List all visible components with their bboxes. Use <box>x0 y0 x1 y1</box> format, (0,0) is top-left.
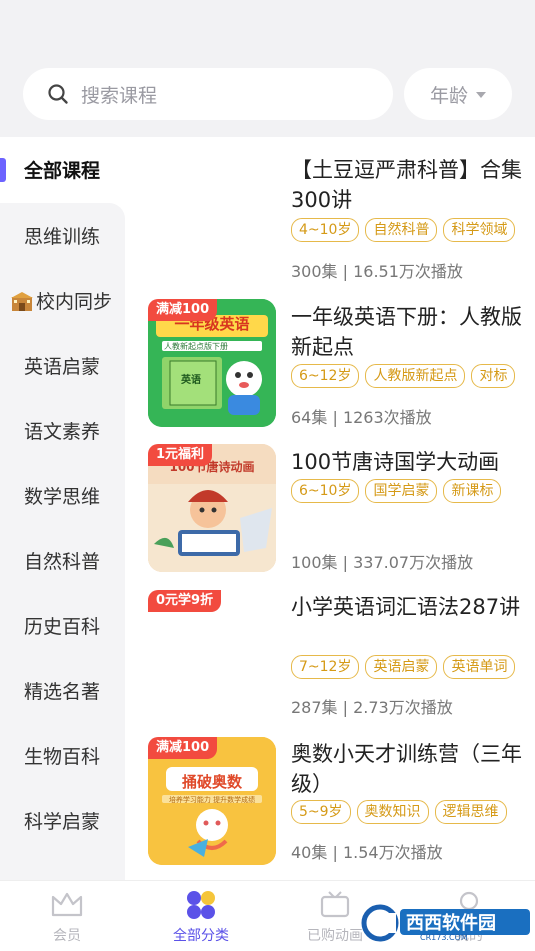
watermark-text: 西西软件园 <box>406 913 496 934</box>
promo-badge: 满减100 <box>148 737 218 759</box>
course-tags: 5~9岁 奥数知识 逻辑思维 <box>291 800 535 826</box>
promo-badge: 满减100 <box>148 299 218 321</box>
course-tag: 逻辑思维 <box>434 800 507 824</box>
course-tag: 人教版新起点 <box>365 364 466 388</box>
course-tag: 对标 <box>471 364 516 388</box>
course-title: 小学英语词汇语法287讲 <box>291 595 521 619</box>
sidebar-item-label: 精选名著 <box>24 681 101 703</box>
course-tags: 6~10岁 国学启蒙 新课标 <box>291 479 535 505</box>
course-title: 【土豆逗严肃科普】合集300讲 <box>291 158 522 212</box>
course-tag: 英语单词 <box>443 655 516 679</box>
sidebar-item-school-sync[interactable]: 校内同步 <box>0 268 125 333</box>
course-tag: 5~9岁 <box>291 800 351 824</box>
course-card[interactable]: 100节唐诗动画 1元福利 100节唐诗国学大动画 6~10岁 国学启蒙 新课标… <box>125 432 535 582</box>
sidebar-item-label: 自然科普 <box>24 551 101 573</box>
course-list: 【土豆逗严肃科普】合集300讲 4~10岁 自然科普 科学领域 300集 | 1… <box>125 137 535 880</box>
sidebar-item-all-courses[interactable]: 全部课程 <box>0 137 125 202</box>
course-tag: 新课标 <box>443 479 502 503</box>
course-tag: 6~12岁 <box>291 364 360 388</box>
age-filter-button[interactable]: 年龄 <box>404 68 512 120</box>
sidebar-item-nature[interactable]: 自然科普 <box>0 528 125 593</box>
episode-count: 64集 <box>291 408 328 427</box>
sidebar-item-label: 生物百科 <box>24 746 101 768</box>
course-tags: 4~10岁 自然科普 科学领域 <box>291 218 535 244</box>
play-count: 16.51万次播放 <box>353 262 463 281</box>
sidebar-item-science[interactable]: 科学启蒙 <box>0 788 125 853</box>
course-tags: 6~12岁 人教版新起点 对标 <box>291 364 535 390</box>
tv-icon <box>320 891 350 918</box>
sidebar-item-label: 思维训练 <box>24 226 101 248</box>
tab-all-categories[interactable]: 全部分类 <box>134 881 268 951</box>
sidebar-list: 思维训练 校内同步 英语启蒙 语文素养 数学思维 自然科普 历史百科 精选名著 … <box>0 203 125 880</box>
episode-count: 100集 <box>291 553 338 572</box>
play-count: 1.54万次播放 <box>342 843 443 862</box>
cover-book-label: 英语 <box>181 375 201 386</box>
play-count: 1263次播放 <box>342 408 432 427</box>
crown-icon <box>51 892 83 917</box>
episode-count: 287集 <box>291 698 338 717</box>
site-watermark: 西西软件园 CR173.COM <box>360 903 535 943</box>
tab-label: 已购动画 <box>307 928 363 944</box>
sidebar-item-thinking[interactable]: 思维训练 <box>0 203 125 268</box>
tab-membership[interactable]: 会员 <box>0 881 134 951</box>
sidebar-item-classics[interactable]: 精选名著 <box>0 658 125 723</box>
cover-title: 捅破奥数 <box>181 773 242 791</box>
sidebar-item-label: 科学启蒙 <box>24 811 101 833</box>
promo-badge: 0元学9折 <box>148 590 222 612</box>
sidebar-item-chinese[interactable]: 语文素养 <box>0 398 125 463</box>
caret-down-icon <box>476 92 486 98</box>
sidebar-item-english[interactable]: 英语启蒙 <box>0 333 125 398</box>
course-title: 100节唐诗国学大动画 <box>291 450 500 474</box>
sidebar-item-label: 数学思维 <box>24 486 101 508</box>
school-icon <box>11 291 33 311</box>
top-bar: 搜索课程 年龄 <box>0 0 535 137</box>
course-tag: 国学启蒙 <box>365 479 438 503</box>
search-icon <box>48 84 68 104</box>
play-count: 2.73万次播放 <box>353 698 453 717</box>
cover-subtitle: 培养学习能力 提升数学成绩 <box>168 796 256 804</box>
course-meta: 100集 | 337.07万次播放 <box>291 553 474 572</box>
tab-label: 全部分类 <box>173 928 229 944</box>
course-card[interactable]: 捅破奥数 培养学习能力 提升数学成绩 满减100 奥数小天才训练营（三年级） 5… <box>125 727 535 877</box>
course-tag: 6~10岁 <box>291 479 360 503</box>
course-tag: 自然科普 <box>365 218 438 242</box>
course-tag: 奥数知识 <box>356 800 429 824</box>
sidebar-item-math[interactable]: 数学思维 <box>0 463 125 528</box>
course-tag: 7~12岁 <box>291 655 360 679</box>
sidebar-item-label: 语文素养 <box>24 421 101 443</box>
course-tag: 科学领域 <box>443 218 516 242</box>
course-tag: 英语启蒙 <box>365 655 438 679</box>
course-title: 奥数小天才训练营（三年级） <box>291 742 522 796</box>
sidebar-item-biology[interactable]: 生物百科 <box>0 723 125 788</box>
tab-label: 会员 <box>53 928 81 944</box>
sidebar-item-label: 历史百科 <box>24 616 101 638</box>
category-grid-icon <box>187 891 215 919</box>
course-tags: 7~12岁 英语启蒙 英语单词 <box>291 655 535 681</box>
cover-subtitle: 人教新起点版下册 <box>164 342 228 351</box>
course-tag: 4~10岁 <box>291 218 360 242</box>
search-input[interactable]: 搜索课程 <box>23 68 393 120</box>
age-filter-label: 年龄 <box>429 84 468 107</box>
sidebar-item-label: 英语启蒙 <box>24 356 101 378</box>
play-count: 337.07万次播放 <box>353 553 474 572</box>
course-meta: 40集 | 1.54万次播放 <box>291 843 443 862</box>
course-meta: 64集 | 1263次播放 <box>291 408 432 427</box>
course-card[interactable]: 一年级英语 人教新起点版下册 英语 满减100 一年级英语下册：人教版新起点 6… <box>125 287 535 432</box>
course-meta: 287集 | 2.73万次播放 <box>291 698 453 717</box>
promo-badge: 1元福利 <box>148 444 213 466</box>
sidebar-item-history[interactable]: 历史百科 <box>0 593 125 658</box>
episode-count: 300集 <box>291 262 338 281</box>
sidebar-item-label: 校内同步 <box>36 291 113 313</box>
course-title: 一年级英语下册：人教版新起点 <box>291 305 522 359</box>
search-placeholder: 搜索课程 <box>81 84 158 107</box>
watermark-subtext: CR173.COM <box>420 933 468 942</box>
episode-count: 40集 <box>291 843 328 862</box>
sidebar-item-label: 全部课程 <box>24 160 101 182</box>
course-card[interactable]: 0元学9折 小学英语词汇语法287讲 7~12岁 英语启蒙 英语单词 287集 … <box>125 582 535 732</box>
course-card[interactable]: 【土豆逗严肃科普】合集300讲 4~10岁 自然科普 科学领域 300集 | 1… <box>125 137 535 287</box>
course-meta: 300集 | 16.51万次播放 <box>291 262 463 281</box>
